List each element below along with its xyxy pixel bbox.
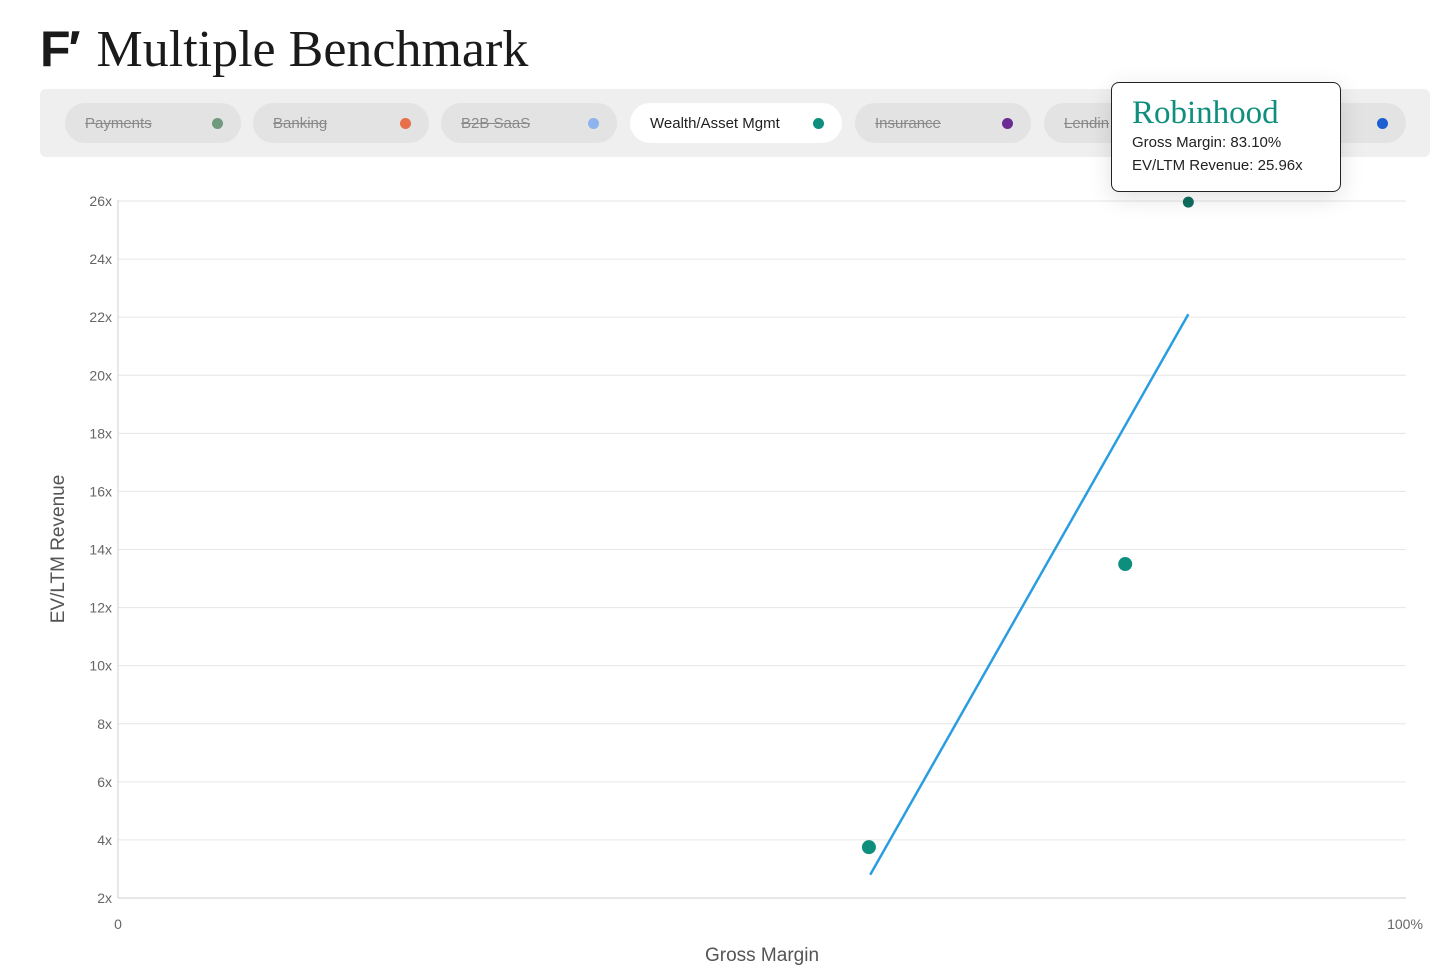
y-tick-label: 16x (89, 483, 112, 499)
y-tick-label: 12x (89, 600, 112, 616)
x-tick-label-max: 100% (1387, 916, 1423, 932)
y-tick-label: 22x (89, 309, 112, 325)
y-tick-label: 20x (89, 367, 112, 383)
trendline (869, 313, 1190, 876)
y-tick-label: 18x (89, 425, 112, 441)
y-tick-label: 10x (89, 658, 112, 674)
data-point[interactable] (1118, 557, 1133, 572)
y-tick-label: 26x (89, 193, 112, 209)
y-tick-label: 14x (89, 542, 112, 558)
tooltip-company-name: Robinhood (1132, 95, 1279, 131)
x-tick-label-min: 0 (114, 916, 122, 932)
data-point[interactable] (1182, 196, 1194, 208)
x-axis-title: Gross Margin (705, 945, 819, 966)
y-tick-label: 6x (97, 774, 112, 790)
y-tick-label: 4x (97, 832, 112, 848)
tooltip-ev-revenue: EV/LTM Revenue: 25.96x (1132, 157, 1303, 174)
y-tick-label: 24x (89, 251, 112, 267)
y-tick-label: 8x (97, 716, 112, 732)
tooltip-gross-margin: Gross Margin: 83.10% (1132, 134, 1282, 151)
y-axis-title: EV/LTM Revenue (48, 475, 69, 624)
data-tooltip: Robinhood Gross Margin: 83.10% EV/LTM Re… (1111, 82, 1341, 192)
y-tick-label: 2x (97, 890, 112, 906)
data-point[interactable] (861, 840, 876, 855)
